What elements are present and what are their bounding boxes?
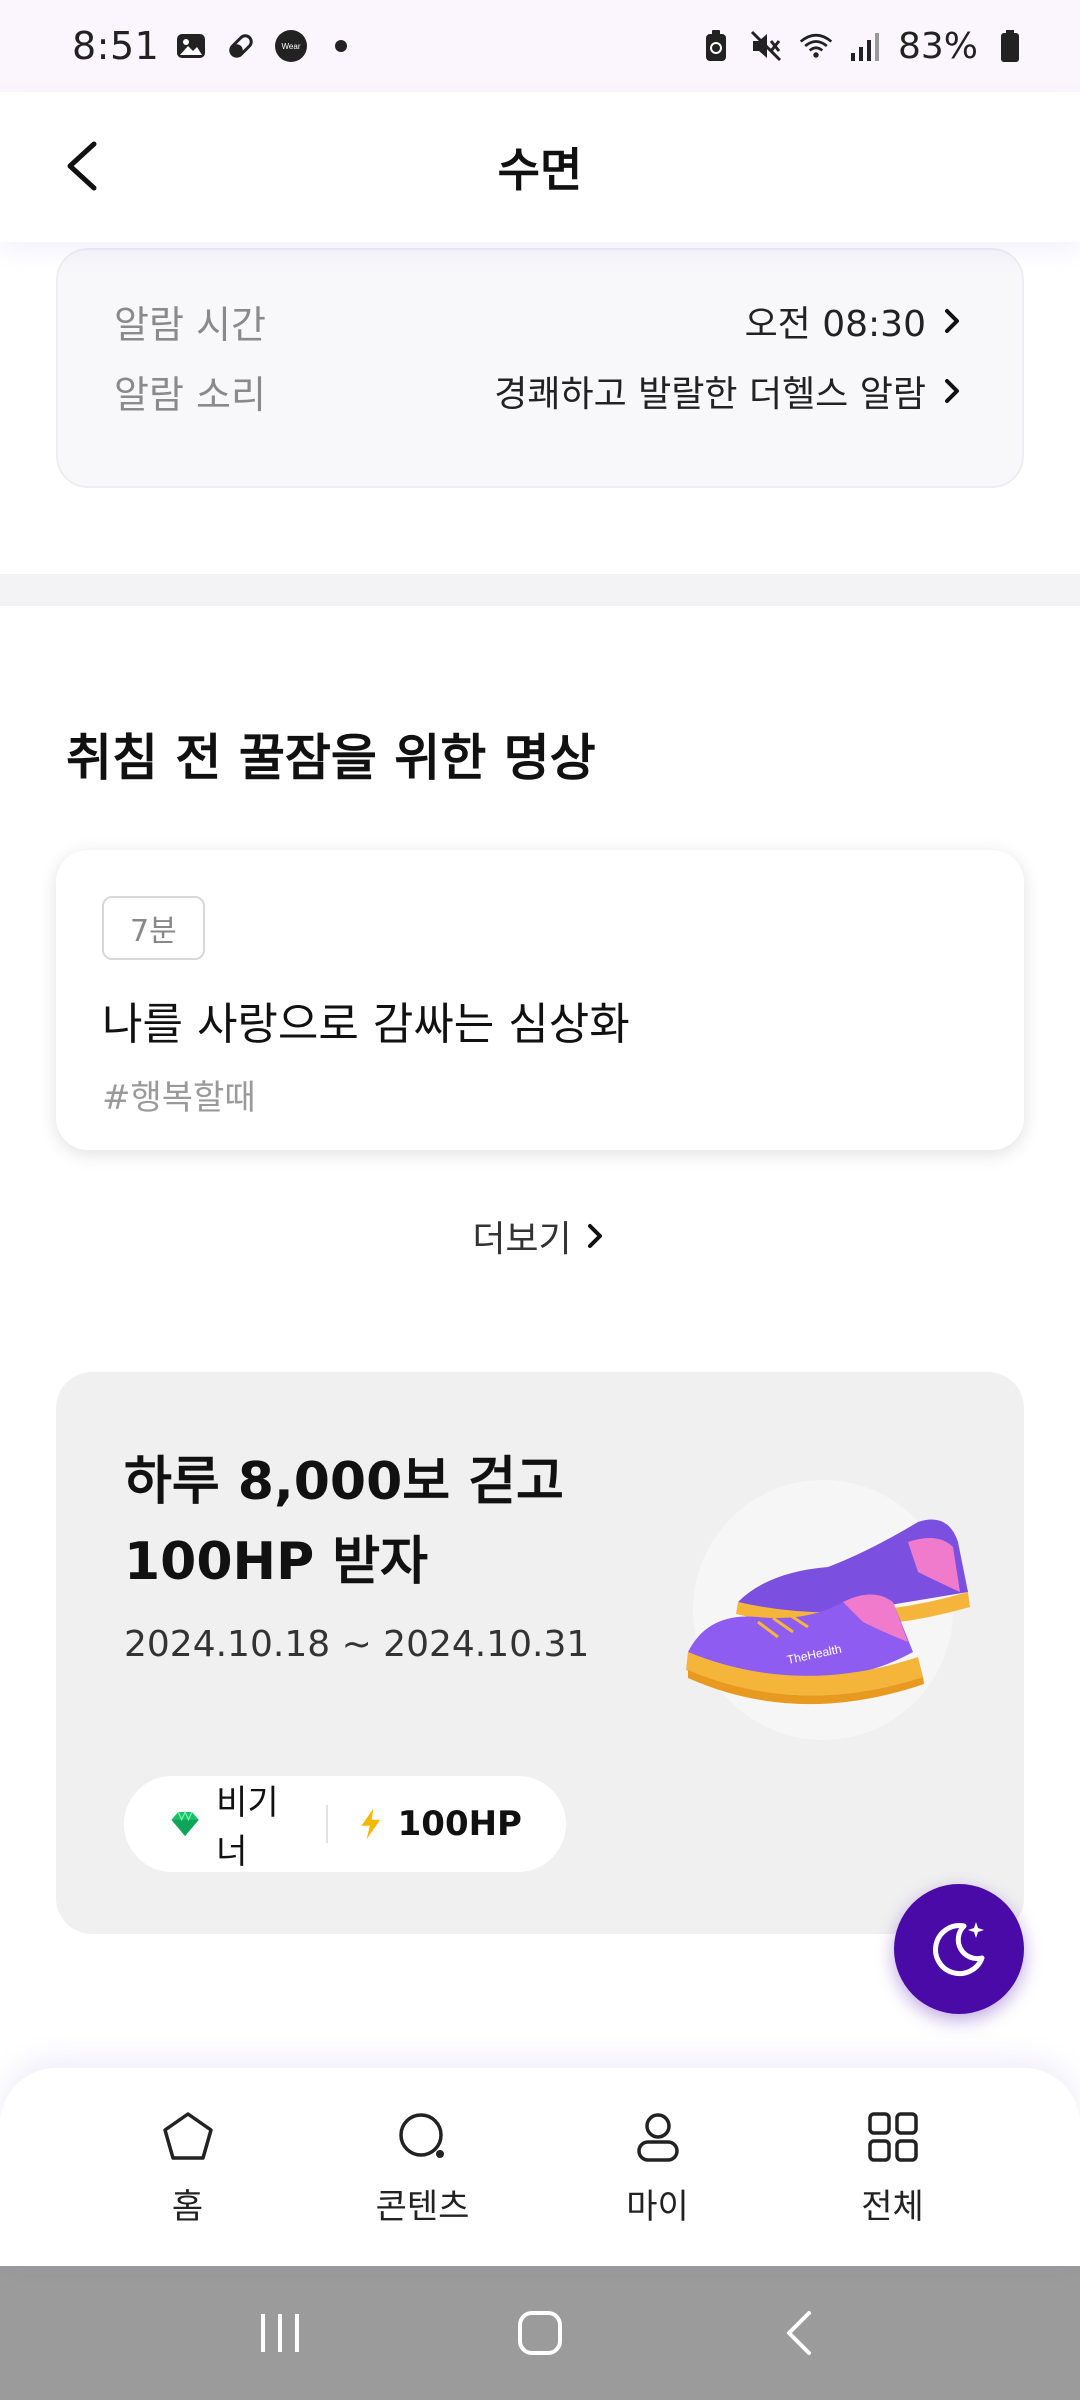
duration-badge: 7분: [102, 896, 205, 960]
alarm-time-value: 오전 08:30: [744, 304, 926, 345]
lightning-icon: [361, 1808, 381, 1840]
nav-label-contents: 콘텐츠: [375, 2186, 470, 2227]
nav-label-my: 마이: [626, 2186, 689, 2227]
sneaker-image: TheHealth: [668, 1452, 1008, 1752]
alarm-time-value-wrap: 오전 08:30: [745, 295, 966, 347]
battery-saver-icon: [698, 28, 734, 64]
alarm-sound-value-wrap: 경쾌하고 발랄한 더헬스 알람: [494, 365, 966, 417]
promo-title-line2: 100HP 받자: [124, 1532, 428, 1592]
signal-icon: [848, 28, 884, 64]
nav-item-all[interactable]: 전체: [803, 2107, 983, 2228]
chevron-right-icon: [945, 379, 959, 403]
level-label: 비기너: [216, 1783, 279, 1872]
more-link[interactable]: 더보기: [0, 1210, 1080, 1262]
wear-app-icon: Wear: [273, 28, 309, 64]
chevron-right-icon: [587, 1224, 602, 1248]
meditation-tag: #행복할때: [102, 1078, 256, 1118]
system-back-button[interactable]: [760, 2293, 840, 2373]
mute-icon: [748, 28, 784, 64]
meditation-title: 나를 사랑으로 감싸는 심상화: [102, 999, 630, 1050]
meditation-card[interactable]: 7분 나를 사랑으로 감싸는 심상화 #행복할때: [56, 850, 1024, 1150]
chevron-right-icon: [945, 309, 959, 333]
status-left: 8:51 Wear: [72, 24, 359, 68]
notification-dot-icon: [323, 28, 359, 64]
system-navigation-bar: [0, 2266, 1080, 2400]
home-button[interactable]: [500, 2293, 580, 2373]
gallery-icon: [173, 28, 209, 64]
nav-label-all: 전체: [861, 2186, 924, 2227]
alarm-sound-label: 알람 소리: [114, 372, 266, 417]
recent-apps-icon: [261, 2314, 299, 2352]
nav-item-my[interactable]: 마이: [568, 2107, 748, 2228]
pill-icon: [223, 28, 259, 64]
alarm-time-row[interactable]: 알람 시간 오전 08:30: [114, 286, 966, 356]
more-label: 더보기: [472, 1219, 572, 1260]
home-pentagon-icon: [158, 2107, 218, 2167]
section-divider: [0, 574, 1080, 606]
reward-pill: 비기너 100HP: [124, 1776, 566, 1872]
nav-label-home: 홈: [171, 2186, 204, 2227]
nav-item-contents[interactable]: 콘텐츠: [333, 2107, 513, 2228]
promo-title-line1: 하루 8,000보 걷고: [124, 1452, 564, 1512]
recent-apps-button[interactable]: [240, 2293, 320, 2373]
wear-app-label: Wear: [282, 42, 301, 51]
bottom-navigation: 홈 콘텐츠 마이 전체: [0, 2068, 1080, 2266]
status-bar: 8:51 Wear 83%: [0, 0, 1080, 92]
nav-item-home[interactable]: 홈: [98, 2107, 278, 2228]
moon-stars-icon: [933, 1922, 985, 1977]
back-arrow-icon: [787, 2311, 811, 2355]
page-title: 수면: [497, 143, 583, 197]
status-time: 8:51: [72, 24, 160, 68]
alarm-settings-card: 알람 시간 오전 08:30 알람 소리 경쾌하고 발랄한 더헬스 알람: [56, 248, 1024, 488]
diamond-icon: [171, 1810, 199, 1836]
meditation-section-title: 취침 전 꿀잠을 위한 명상: [66, 729, 596, 787]
battery-icon: [992, 28, 1028, 64]
alarm-sound-value: 경쾌하고 발랄한 더헬스 알람: [494, 374, 926, 415]
wifi-icon: [798, 28, 834, 64]
walking-challenge-card[interactable]: 하루 8,000보 걷고 100HP 받자 2024.10.18 ~ 2024.…: [56, 1372, 1024, 1934]
alarm-time-label: 알람 시간: [114, 302, 266, 347]
battery-percent: 83%: [897, 25, 978, 67]
app-header: 수면: [0, 92, 1080, 242]
alarm-sound-row[interactable]: 알람 소리 경쾌하고 발랄한 더헬스 알람: [114, 356, 966, 426]
home-square-icon: [518, 2311, 562, 2355]
person-icon: [628, 2107, 688, 2167]
promo-title: 하루 8,000보 걷고 100HP 받자: [124, 1442, 564, 1602]
promo-date-range: 2024.10.18 ~ 2024.10.31: [124, 1624, 590, 1665]
contents-search-icon: [393, 2107, 453, 2167]
pill-separator: [326, 1805, 328, 1843]
sleep-mode-button[interactable]: [894, 1884, 1024, 2014]
grid-icon: [863, 2107, 923, 2167]
status-right: 83%: [698, 26, 1028, 67]
reward-label: 100HP: [397, 1804, 522, 1844]
